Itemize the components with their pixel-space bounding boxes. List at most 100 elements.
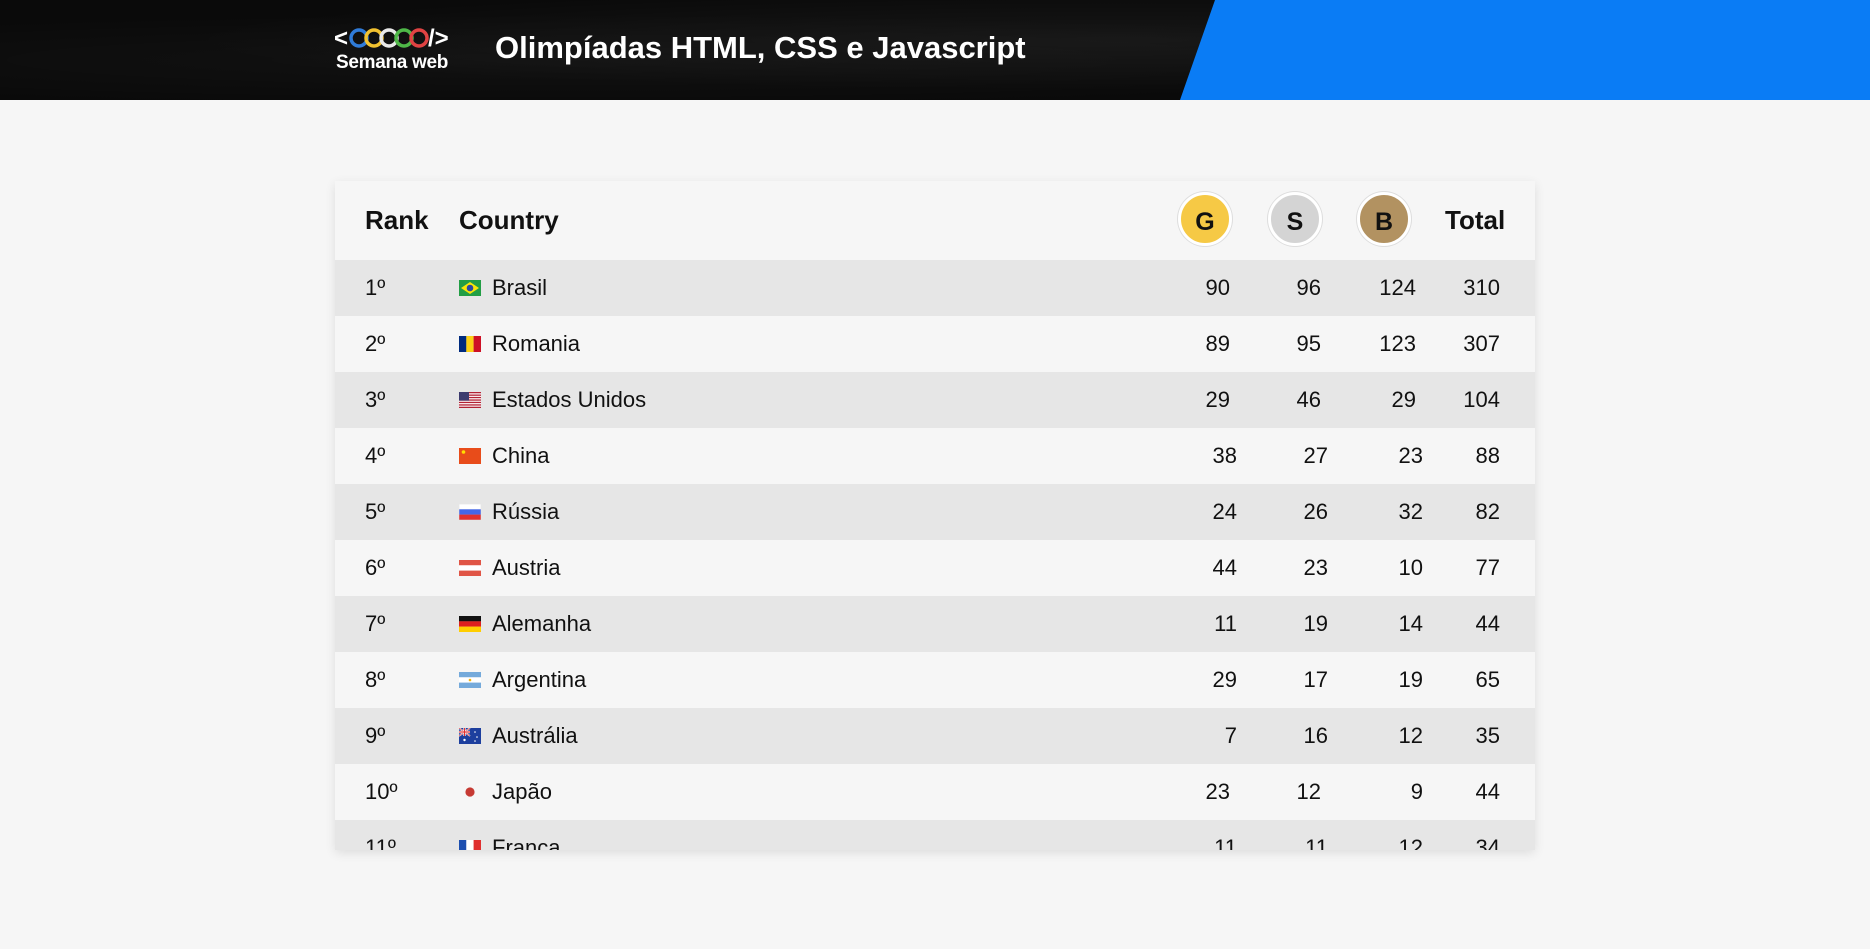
table-row[interactable]: 7º Alemanha 11 19 14 44 bbox=[335, 596, 1535, 652]
romania-flag-icon bbox=[459, 336, 481, 352]
argentina-flag-icon bbox=[459, 672, 481, 688]
gold-count: 29 bbox=[1205, 387, 1230, 412]
table-row[interactable]: 11º França 11 11 12 34 bbox=[335, 820, 1535, 850]
bronze-count: 124 bbox=[1379, 275, 1416, 300]
page-title: Olimpíadas HTML, CSS e Javascript bbox=[495, 30, 1026, 65]
table-row[interactable]: 8º Argentina 29 17 19 65 bbox=[335, 652, 1535, 708]
gold-count: 11 bbox=[1214, 611, 1237, 636]
rank-cell: 11º bbox=[365, 835, 396, 850]
rank-cell: 3º bbox=[365, 387, 386, 412]
bronze-count: 14 bbox=[1398, 611, 1423, 636]
country-name: Alemanha bbox=[492, 611, 592, 636]
total-count: 65 bbox=[1475, 667, 1500, 692]
gold-count: 38 bbox=[1212, 443, 1237, 468]
gold-medal-column-header[interactable]: G bbox=[1178, 192, 1232, 246]
total-count: 88 bbox=[1475, 443, 1500, 468]
austria-flag-icon bbox=[459, 560, 481, 576]
bronze-count: 19 bbox=[1398, 667, 1423, 692]
country-name: Estados Unidos bbox=[492, 387, 647, 412]
table-row[interactable]: 2º Romania 89 95 123 307 bbox=[335, 316, 1535, 372]
china-flag-icon bbox=[459, 448, 481, 464]
total-count: 44 bbox=[1475, 611, 1500, 636]
silver-count: 19 bbox=[1303, 611, 1328, 636]
gold-count: 11 bbox=[1214, 835, 1237, 850]
rank-cell: 1º bbox=[365, 275, 386, 300]
silver-count: 11 bbox=[1305, 835, 1328, 850]
total-count: 44 bbox=[1475, 779, 1500, 804]
svg-text:<: < bbox=[334, 25, 348, 52]
bronze-medal-column-header[interactable]: B bbox=[1357, 192, 1411, 246]
svg-text:/>: /> bbox=[428, 25, 449, 52]
country-name: Romania bbox=[492, 331, 581, 356]
silver-count: 16 bbox=[1303, 723, 1328, 748]
total-count: 34 bbox=[1475, 835, 1500, 850]
rank-column-header[interactable]: Rank bbox=[365, 181, 429, 260]
table-row[interactable]: 10º Japão 23 12 9 44 bbox=[335, 764, 1535, 820]
silver-count: 26 bbox=[1303, 499, 1328, 524]
total-count: 307 bbox=[1463, 331, 1500, 356]
gold-count: 29 bbox=[1212, 667, 1237, 692]
bronze-count: 10 bbox=[1398, 555, 1423, 580]
total-count: 35 bbox=[1475, 723, 1500, 748]
silver-count: 23 bbox=[1303, 555, 1328, 580]
country-name: França bbox=[492, 835, 561, 850]
brazil-flag-icon bbox=[459, 280, 481, 296]
gold-count: 90 bbox=[1205, 275, 1230, 300]
medal-table: Rank Country G S B Total 1º Brasil 90 96… bbox=[335, 181, 1535, 850]
bronze-count: 12 bbox=[1398, 835, 1423, 850]
table-row[interactable]: 9º Austrália 7 16 12 35 bbox=[335, 708, 1535, 764]
rank-cell: 2º bbox=[365, 331, 386, 356]
total-count: 82 bbox=[1475, 499, 1500, 524]
logo-text: Semana web bbox=[336, 52, 449, 73]
gold-count: 23 bbox=[1205, 779, 1230, 804]
table-row[interactable]: 1º Brasil 90 96 124 310 bbox=[335, 260, 1535, 316]
top-header-bar: < /> Semana web Olimpíadas HTML, CSS e J… bbox=[0, 0, 1870, 100]
country-name: Rússia bbox=[492, 499, 560, 524]
bronze-count: 123 bbox=[1379, 331, 1416, 356]
bronze-count: 9 bbox=[1410, 779, 1423, 804]
bronze-count: 29 bbox=[1391, 387, 1416, 412]
table-header: Rank Country G S B Total bbox=[335, 181, 1535, 260]
rank-cell: 7º bbox=[365, 611, 386, 636]
silver-medal-column-header[interactable]: S bbox=[1268, 192, 1322, 246]
rank-cell: 8º bbox=[365, 667, 386, 692]
gold-count: 44 bbox=[1212, 555, 1237, 580]
bronze-count: 32 bbox=[1398, 499, 1423, 524]
gold-count: 7 bbox=[1224, 723, 1237, 748]
table-row[interactable]: 3º Estados Unidos 29 46 29 104 bbox=[335, 372, 1535, 428]
bronze-count: 23 bbox=[1398, 443, 1423, 468]
bronze-count: 12 bbox=[1398, 723, 1423, 748]
country-name: Japão bbox=[492, 779, 552, 804]
semana-web-logo[interactable]: < /> Semana web bbox=[334, 24, 460, 74]
total-column-header[interactable]: Total bbox=[1445, 181, 1505, 260]
rank-cell: 10º bbox=[365, 779, 398, 804]
table-row[interactable]: 6º Austria 44 23 10 77 bbox=[335, 540, 1535, 596]
gold-count: 24 bbox=[1212, 499, 1237, 524]
australia-flag-icon bbox=[459, 728, 481, 744]
rank-cell: 9º bbox=[365, 723, 386, 748]
country-name: Brasil bbox=[492, 275, 548, 300]
olympic-rings-code-icon: < /> bbox=[334, 25, 449, 52]
table-row[interactable]: 5º Rússia 24 26 32 82 bbox=[335, 484, 1535, 540]
table-row[interactable]: 4º China 38 27 23 88 bbox=[335, 428, 1535, 484]
usa-flag-icon bbox=[459, 392, 481, 408]
rank-cell: 6º bbox=[365, 555, 386, 580]
france-flag-icon bbox=[459, 840, 481, 850]
silver-count: 96 bbox=[1296, 275, 1321, 300]
rank-cell: 5º bbox=[365, 499, 386, 524]
country-name: China bbox=[492, 443, 550, 468]
silver-count: 46 bbox=[1296, 387, 1321, 412]
germany-flag-icon bbox=[459, 616, 481, 632]
silver-count: 12 bbox=[1296, 779, 1321, 804]
gold-count: 89 bbox=[1205, 331, 1230, 356]
total-count: 310 bbox=[1463, 275, 1500, 300]
total-count: 104 bbox=[1463, 387, 1500, 412]
country-name: Austria bbox=[492, 555, 561, 580]
japan-flag-icon bbox=[465, 787, 475, 797]
silver-count: 27 bbox=[1303, 443, 1328, 468]
country-column-header[interactable]: Country bbox=[459, 181, 559, 260]
rank-cell: 4º bbox=[365, 443, 386, 468]
header-accent-shape bbox=[1180, 0, 1870, 100]
silver-count: 95 bbox=[1296, 331, 1321, 356]
russia-flag-icon bbox=[459, 504, 481, 520]
